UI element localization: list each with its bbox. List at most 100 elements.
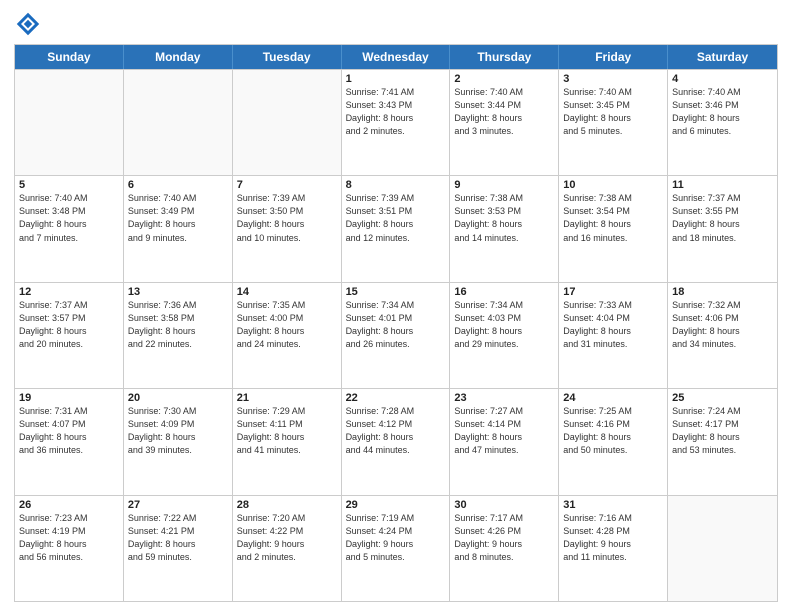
day-info: Sunrise: 7:28 AM Sunset: 4:12 PM Dayligh… (346, 405, 446, 457)
day-number: 13 (128, 286, 228, 298)
day-cell-17: 17Sunrise: 7:33 AM Sunset: 4:04 PM Dayli… (559, 283, 668, 388)
day-info: Sunrise: 7:24 AM Sunset: 4:17 PM Dayligh… (672, 405, 773, 457)
day-cell-19: 19Sunrise: 7:31 AM Sunset: 4:07 PM Dayli… (15, 389, 124, 494)
day-info: Sunrise: 7:37 AM Sunset: 3:57 PM Dayligh… (19, 299, 119, 351)
day-cell-30: 30Sunrise: 7:17 AM Sunset: 4:26 PM Dayli… (450, 496, 559, 601)
day-info: Sunrise: 7:34 AM Sunset: 4:01 PM Dayligh… (346, 299, 446, 351)
header (14, 10, 778, 38)
day-info: Sunrise: 7:32 AM Sunset: 4:06 PM Dayligh… (672, 299, 773, 351)
empty-cell-0-1 (124, 70, 233, 175)
day-cell-10: 10Sunrise: 7:38 AM Sunset: 3:54 PM Dayli… (559, 176, 668, 281)
day-cell-21: 21Sunrise: 7:29 AM Sunset: 4:11 PM Dayli… (233, 389, 342, 494)
day-info: Sunrise: 7:36 AM Sunset: 3:58 PM Dayligh… (128, 299, 228, 351)
day-cell-25: 25Sunrise: 7:24 AM Sunset: 4:17 PM Dayli… (668, 389, 777, 494)
day-info: Sunrise: 7:23 AM Sunset: 4:19 PM Dayligh… (19, 512, 119, 564)
day-cell-23: 23Sunrise: 7:27 AM Sunset: 4:14 PM Dayli… (450, 389, 559, 494)
day-cell-11: 11Sunrise: 7:37 AM Sunset: 3:55 PM Dayli… (668, 176, 777, 281)
day-number: 3 (563, 73, 663, 85)
day-cell-4: 4Sunrise: 7:40 AM Sunset: 3:46 PM Daylig… (668, 70, 777, 175)
day-cell-27: 27Sunrise: 7:22 AM Sunset: 4:21 PM Dayli… (124, 496, 233, 601)
header-day-sunday: Sunday (15, 45, 124, 69)
day-cell-3: 3Sunrise: 7:40 AM Sunset: 3:45 PM Daylig… (559, 70, 668, 175)
day-info: Sunrise: 7:22 AM Sunset: 4:21 PM Dayligh… (128, 512, 228, 564)
calendar-row-2: 12Sunrise: 7:37 AM Sunset: 3:57 PM Dayli… (15, 282, 777, 388)
day-cell-6: 6Sunrise: 7:40 AM Sunset: 3:49 PM Daylig… (124, 176, 233, 281)
day-cell-13: 13Sunrise: 7:36 AM Sunset: 3:58 PM Dayli… (124, 283, 233, 388)
calendar-row-4: 26Sunrise: 7:23 AM Sunset: 4:19 PM Dayli… (15, 495, 777, 601)
day-number: 26 (19, 499, 119, 511)
day-number: 30 (454, 499, 554, 511)
day-cell-12: 12Sunrise: 7:37 AM Sunset: 3:57 PM Dayli… (15, 283, 124, 388)
day-info: Sunrise: 7:20 AM Sunset: 4:22 PM Dayligh… (237, 512, 337, 564)
day-info: Sunrise: 7:27 AM Sunset: 4:14 PM Dayligh… (454, 405, 554, 457)
day-cell-7: 7Sunrise: 7:39 AM Sunset: 3:50 PM Daylig… (233, 176, 342, 281)
day-info: Sunrise: 7:29 AM Sunset: 4:11 PM Dayligh… (237, 405, 337, 457)
header-day-thursday: Thursday (450, 45, 559, 69)
day-number: 15 (346, 286, 446, 298)
day-cell-2: 2Sunrise: 7:40 AM Sunset: 3:44 PM Daylig… (450, 70, 559, 175)
day-info: Sunrise: 7:30 AM Sunset: 4:09 PM Dayligh… (128, 405, 228, 457)
header-day-saturday: Saturday (668, 45, 777, 69)
day-number: 8 (346, 179, 446, 191)
day-number: 5 (19, 179, 119, 191)
day-info: Sunrise: 7:40 AM Sunset: 3:49 PM Dayligh… (128, 192, 228, 244)
day-info: Sunrise: 7:25 AM Sunset: 4:16 PM Dayligh… (563, 405, 663, 457)
day-info: Sunrise: 7:34 AM Sunset: 4:03 PM Dayligh… (454, 299, 554, 351)
header-day-monday: Monday (124, 45, 233, 69)
day-info: Sunrise: 7:19 AM Sunset: 4:24 PM Dayligh… (346, 512, 446, 564)
calendar-row-1: 5Sunrise: 7:40 AM Sunset: 3:48 PM Daylig… (15, 175, 777, 281)
header-day-tuesday: Tuesday (233, 45, 342, 69)
day-cell-31: 31Sunrise: 7:16 AM Sunset: 4:28 PM Dayli… (559, 496, 668, 601)
empty-cell-0-0 (15, 70, 124, 175)
logo-icon (14, 10, 42, 38)
day-cell-1: 1Sunrise: 7:41 AM Sunset: 3:43 PM Daylig… (342, 70, 451, 175)
header-day-friday: Friday (559, 45, 668, 69)
day-number: 27 (128, 499, 228, 511)
day-info: Sunrise: 7:38 AM Sunset: 3:53 PM Dayligh… (454, 192, 554, 244)
day-cell-16: 16Sunrise: 7:34 AM Sunset: 4:03 PM Dayli… (450, 283, 559, 388)
day-number: 31 (563, 499, 663, 511)
day-info: Sunrise: 7:38 AM Sunset: 3:54 PM Dayligh… (563, 192, 663, 244)
day-cell-26: 26Sunrise: 7:23 AM Sunset: 4:19 PM Dayli… (15, 496, 124, 601)
day-cell-9: 9Sunrise: 7:38 AM Sunset: 3:53 PM Daylig… (450, 176, 559, 281)
day-info: Sunrise: 7:35 AM Sunset: 4:00 PM Dayligh… (237, 299, 337, 351)
day-number: 29 (346, 499, 446, 511)
calendar-body: 1Sunrise: 7:41 AM Sunset: 3:43 PM Daylig… (15, 69, 777, 601)
day-info: Sunrise: 7:17 AM Sunset: 4:26 PM Dayligh… (454, 512, 554, 564)
day-info: Sunrise: 7:40 AM Sunset: 3:44 PM Dayligh… (454, 86, 554, 138)
day-cell-5: 5Sunrise: 7:40 AM Sunset: 3:48 PM Daylig… (15, 176, 124, 281)
day-cell-28: 28Sunrise: 7:20 AM Sunset: 4:22 PM Dayli… (233, 496, 342, 601)
day-cell-22: 22Sunrise: 7:28 AM Sunset: 4:12 PM Dayli… (342, 389, 451, 494)
calendar-row-3: 19Sunrise: 7:31 AM Sunset: 4:07 PM Dayli… (15, 388, 777, 494)
day-cell-8: 8Sunrise: 7:39 AM Sunset: 3:51 PM Daylig… (342, 176, 451, 281)
day-info: Sunrise: 7:40 AM Sunset: 3:48 PM Dayligh… (19, 192, 119, 244)
day-number: 21 (237, 392, 337, 404)
day-info: Sunrise: 7:39 AM Sunset: 3:50 PM Dayligh… (237, 192, 337, 244)
day-cell-24: 24Sunrise: 7:25 AM Sunset: 4:16 PM Dayli… (559, 389, 668, 494)
day-cell-18: 18Sunrise: 7:32 AM Sunset: 4:06 PM Dayli… (668, 283, 777, 388)
day-info: Sunrise: 7:40 AM Sunset: 3:46 PM Dayligh… (672, 86, 773, 138)
day-number: 19 (19, 392, 119, 404)
day-number: 28 (237, 499, 337, 511)
empty-cell-0-2 (233, 70, 342, 175)
day-number: 24 (563, 392, 663, 404)
day-number: 1 (346, 73, 446, 85)
day-info: Sunrise: 7:33 AM Sunset: 4:04 PM Dayligh… (563, 299, 663, 351)
calendar: SundayMondayTuesdayWednesdayThursdayFrid… (14, 44, 778, 602)
day-number: 9 (454, 179, 554, 191)
day-number: 14 (237, 286, 337, 298)
day-info: Sunrise: 7:40 AM Sunset: 3:45 PM Dayligh… (563, 86, 663, 138)
day-info: Sunrise: 7:16 AM Sunset: 4:28 PM Dayligh… (563, 512, 663, 564)
day-number: 22 (346, 392, 446, 404)
day-number: 2 (454, 73, 554, 85)
calendar-row-0: 1Sunrise: 7:41 AM Sunset: 3:43 PM Daylig… (15, 69, 777, 175)
empty-cell-4-6 (668, 496, 777, 601)
day-number: 23 (454, 392, 554, 404)
day-number: 17 (563, 286, 663, 298)
day-number: 6 (128, 179, 228, 191)
day-number: 10 (563, 179, 663, 191)
day-cell-14: 14Sunrise: 7:35 AM Sunset: 4:00 PM Dayli… (233, 283, 342, 388)
day-cell-20: 20Sunrise: 7:30 AM Sunset: 4:09 PM Dayli… (124, 389, 233, 494)
day-number: 11 (672, 179, 773, 191)
day-info: Sunrise: 7:37 AM Sunset: 3:55 PM Dayligh… (672, 192, 773, 244)
